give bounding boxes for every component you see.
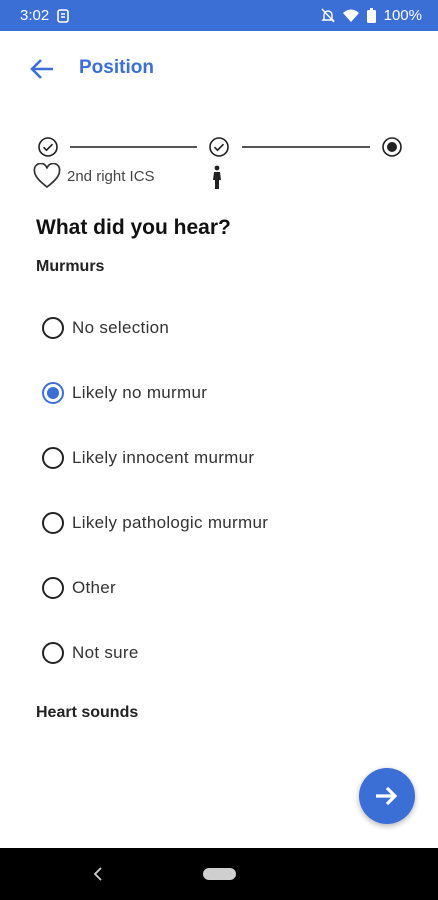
question-heading: What did you hear? (36, 216, 231, 239)
radio-option[interactable]: Likely no murmur (0, 360, 438, 425)
system-nav-bar (0, 848, 438, 900)
radio-option[interactable]: Other (0, 555, 438, 620)
radio-option[interactable]: Not sure (0, 620, 438, 685)
radio-option[interactable]: Likely pathologic murmur (0, 490, 438, 555)
radio-button[interactable] (42, 641, 64, 664)
sim-icon (57, 8, 70, 23)
progress-stepper: 2nd right ICS (0, 130, 438, 200)
step-connector (70, 146, 197, 148)
position-indicator: 2nd right ICS (33, 163, 155, 189)
radio-option[interactable]: No selection (0, 295, 438, 360)
battery-icon (366, 8, 376, 23)
murmur-options: No selection Likely no murmur Likely innoc… (0, 295, 438, 685)
back-button[interactable] (24, 51, 60, 87)
radio-button[interactable] (42, 446, 64, 469)
status-bar: 3:02 100% (0, 0, 438, 31)
radio-button[interactable] (42, 511, 64, 534)
nav-back-button[interactable] (88, 864, 108, 884)
radio-button-checked[interactable] (42, 381, 64, 404)
nav-home-button[interactable] (203, 868, 236, 880)
step-connector (242, 146, 370, 148)
position-label: 2nd right ICS (67, 167, 155, 185)
radio-option-label: Likely pathologic murmur (72, 512, 269, 532)
heart-icon (33, 163, 61, 189)
heart-sounds-heading: Heart sounds (36, 704, 139, 721)
radio-dot (47, 386, 59, 399)
check-circle-icon (38, 137, 58, 157)
radio-option-label: No selection (72, 317, 170, 337)
radio-option-label: Not sure (72, 642, 139, 662)
next-button[interactable] (359, 768, 415, 824)
radio-option[interactable]: Likely innocent murmur (0, 425, 438, 490)
wifi-icon (342, 9, 359, 22)
arrow-right-icon (376, 786, 398, 806)
radio-option-label: Other (72, 577, 117, 597)
status-time: 3:02 (20, 7, 50, 24)
radio-button[interactable] (42, 316, 64, 339)
bell-off-icon (320, 8, 335, 23)
app-bar: Position (0, 31, 438, 106)
radio-option-label: Likely no murmur (72, 382, 208, 402)
chevron-left-icon (93, 867, 102, 881)
radio-checked-icon (382, 137, 402, 157)
page-title: Position (79, 57, 154, 78)
radio-option-label: Likely innocent murmur (72, 447, 255, 467)
battery-percent: 100% (383, 7, 422, 24)
radio-button[interactable] (42, 576, 64, 599)
arrow-left-icon (30, 59, 53, 79)
murmurs-heading: Murmurs (36, 258, 105, 275)
person-icon (213, 165, 221, 189)
check-circle-icon (209, 137, 229, 157)
